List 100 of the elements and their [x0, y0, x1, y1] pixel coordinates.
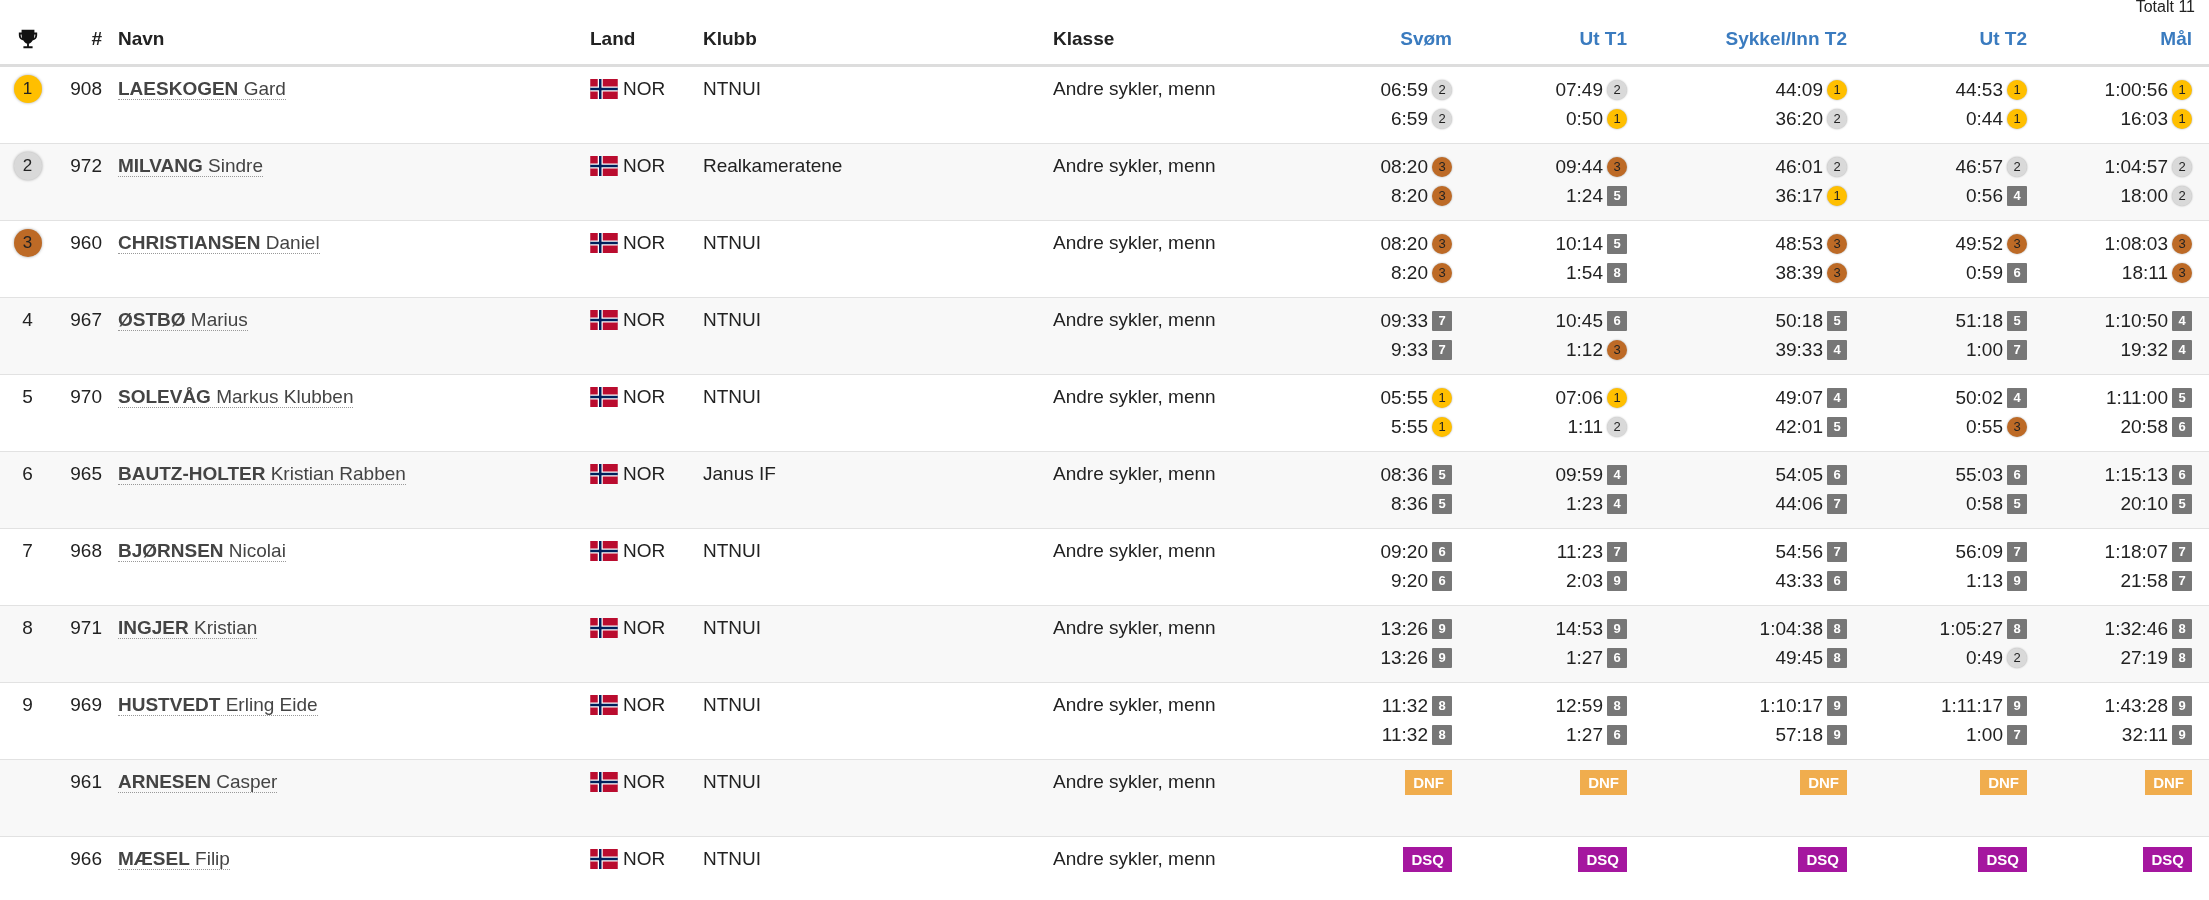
- country-code: NOR: [623, 463, 666, 485]
- split-time: 1:23: [1566, 492, 1603, 515]
- place-badge: 3: [1432, 262, 1452, 283]
- split-time: 1:18:07: [2104, 540, 2168, 563]
- rank-medal: 3: [13, 229, 42, 257]
- split-time: 09:59: [1555, 463, 1603, 486]
- place-badge: 2: [1607, 416, 1627, 437]
- place-badge: 3: [2007, 233, 2027, 254]
- split-time: 1:24: [1566, 184, 1603, 207]
- place-badge: 1: [2172, 108, 2192, 129]
- rank-medal: 1: [13, 75, 42, 103]
- country-code: NOR: [623, 848, 666, 870]
- bib-number: 971: [69, 616, 103, 640]
- place-badge: 8: [1432, 695, 1452, 716]
- club-name: NTNUI: [702, 385, 763, 409]
- place-badge: 3: [1432, 233, 1452, 254]
- place-badge: 3: [1827, 262, 1847, 283]
- place-badge: 7: [2007, 541, 2027, 562]
- place-badge: 6: [1827, 464, 1847, 485]
- place-badge: 6: [1432, 570, 1452, 591]
- column-header[interactable]: Sykkel/Inn T2: [1635, 28, 1855, 50]
- split-time: 8:36: [1391, 492, 1428, 515]
- place-badge: 9: [2007, 695, 2027, 716]
- athlete-name-link[interactable]: HUSTVEDT Erling Eide: [118, 694, 318, 716]
- split-time: 1:32:46: [2104, 617, 2168, 640]
- country-code: NOR: [623, 232, 666, 254]
- athlete-name-link[interactable]: MÆSEL Filip: [118, 848, 230, 870]
- column-header[interactable]: Ut T2: [1855, 28, 2035, 50]
- place-badge: 8: [2172, 618, 2192, 639]
- split-time: 9:20: [1391, 569, 1428, 592]
- club-name: NTNUI: [702, 693, 763, 717]
- column-header[interactable]: Ut T1: [1460, 28, 1635, 50]
- place-badge: 8: [2007, 618, 2027, 639]
- split-time: 55:03: [1955, 463, 2003, 486]
- place-badge: 6: [1607, 724, 1627, 745]
- split-time: 11:32: [1381, 723, 1428, 746]
- flag-icon: [590, 156, 618, 176]
- place-badge: 5: [1432, 493, 1452, 514]
- place-badge: 1: [1827, 185, 1847, 206]
- athlete-name-link[interactable]: SOLEVÅG Markus Klubben: [118, 386, 354, 408]
- place-badge: 6: [1607, 647, 1627, 668]
- split-time: 1:08:03: [2104, 232, 2168, 255]
- athlete-name-link[interactable]: ARNESEN Casper: [118, 771, 278, 793]
- country-code: NOR: [623, 78, 666, 100]
- athlete-name-link[interactable]: INGJER Kristian: [118, 617, 258, 639]
- total-count: Totalt 11: [2135, 0, 2195, 14]
- split-time: 27:19: [2120, 646, 2168, 669]
- split-time: 1:15:13: [2104, 463, 2168, 486]
- place-badge: 1: [1827, 79, 1847, 100]
- bib-number: 970: [69, 385, 103, 409]
- place-badge: 8: [1607, 262, 1627, 283]
- column-header[interactable]: Mål: [2035, 28, 2200, 50]
- split-time: 1:04:57: [2104, 155, 2168, 178]
- class-name: Andre sykler, menn: [1052, 77, 1217, 101]
- split-time: 10:45: [1555, 309, 1603, 332]
- athlete-name-link[interactable]: MILVANG Sindre: [118, 155, 263, 177]
- club-name: Realkameratene: [702, 154, 844, 178]
- split-time: 1:54: [1566, 261, 1603, 284]
- place-badge: 6: [2172, 464, 2192, 485]
- country-code: NOR: [623, 309, 666, 331]
- place-badge: 3: [1432, 185, 1452, 206]
- class-name: Andre sykler, menn: [1052, 231, 1217, 255]
- place-badge: 1: [2007, 79, 2027, 100]
- place-badge: 1: [2007, 108, 2027, 129]
- athlete-name-link[interactable]: ØSTBØ Marius: [118, 309, 248, 331]
- athlete-name-link[interactable]: BAUTZ-HOLTER Kristian Rabben: [118, 463, 406, 485]
- club-name: NTNUI: [702, 847, 763, 871]
- split-time: 18:00: [2120, 184, 2168, 207]
- split-time: 20:58: [2120, 415, 2168, 438]
- split-time: 19:32: [2120, 338, 2168, 361]
- split-time: 1:05:27: [1939, 617, 2003, 640]
- place-badge: 5: [2007, 310, 2027, 331]
- split-time: 54:05: [1775, 463, 1823, 486]
- place-badge: 4: [2007, 387, 2027, 408]
- status-badge: DSQ: [2143, 847, 2192, 872]
- rank: 5: [22, 385, 33, 409]
- place-badge: 2: [1607, 79, 1627, 100]
- athlete-name-link[interactable]: BJØRNSEN Nicolai: [118, 540, 286, 562]
- split-time: 08:20: [1380, 155, 1428, 178]
- split-time: 11:23: [1556, 540, 1603, 563]
- place-badge: 6: [1827, 570, 1847, 591]
- athlete-name-link[interactable]: LAESKOGEN Gard: [118, 78, 286, 100]
- split-time: 0:50: [1566, 107, 1603, 130]
- athlete-name-link[interactable]: CHRISTIANSEN Daniel: [118, 232, 320, 254]
- country-code: NOR: [623, 155, 666, 177]
- column-header[interactable]: Svøm: [1290, 28, 1460, 50]
- place-badge: 9: [2172, 724, 2192, 745]
- split-time: 32:11: [2121, 723, 2168, 746]
- split-time: 49:07: [1775, 386, 1823, 409]
- bib-number: 972: [69, 154, 103, 178]
- column-header: Klasse: [1052, 28, 1116, 50]
- club-name: NTNUI: [702, 231, 763, 255]
- country-code: NOR: [623, 617, 666, 639]
- split-time: 1:00: [1966, 723, 2003, 746]
- place-badge: 2: [2007, 156, 2027, 177]
- split-time: 14:53: [1555, 617, 1603, 640]
- place-badge: 9: [1432, 647, 1452, 668]
- class-name: Andre sykler, menn: [1052, 308, 1217, 332]
- place-badge: 8: [1607, 695, 1627, 716]
- split-time: 50:18: [1775, 309, 1823, 332]
